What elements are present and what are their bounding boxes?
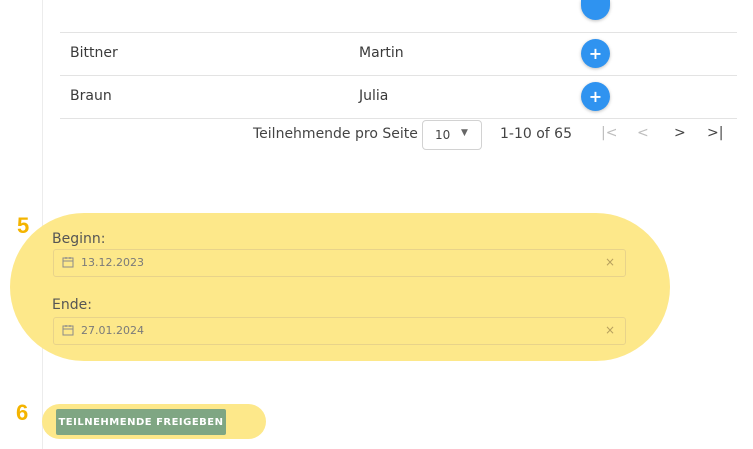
release-participants-button[interactable]: TEILNEHMENDE FREIGEBEN [56, 409, 226, 435]
last-page-icon[interactable]: >| [707, 125, 723, 141]
last-name-cell: Braun [70, 88, 112, 104]
rows-per-page-label: Teilnehmende pro Seite [253, 126, 418, 142]
add-participant-button[interactable]: + [581, 82, 610, 111]
begin-date-field[interactable]: 13.12.2023 × [53, 249, 626, 277]
end-label: Ende: [52, 297, 92, 313]
last-name-cell: Bittner [70, 45, 118, 61]
step-marker-6: 6 [16, 400, 29, 425]
plus-icon: + [588, 44, 603, 63]
step-marker-5: 5 [17, 213, 30, 238]
clear-icon[interactable]: × [605, 255, 615, 269]
next-page-icon[interactable]: > [674, 125, 686, 141]
table-row [60, 0, 737, 33]
plus-icon: + [588, 87, 603, 106]
calendar-icon [62, 257, 74, 268]
previous-page-icon[interactable]: < [637, 125, 649, 141]
rows-per-page-value: 10 [435, 128, 451, 142]
page-range: 1-10 of 65 [500, 126, 572, 142]
clear-icon[interactable]: × [605, 323, 615, 337]
rows-per-page-select[interactable]: 10 ▼ [422, 120, 482, 150]
first-name-cell: Martin [359, 45, 404, 61]
calendar-icon [62, 325, 74, 336]
chevron-down-icon: ▼ [461, 128, 468, 138]
first-name-cell: Julia [359, 88, 389, 104]
begin-date-value: 13.12.2023 [81, 256, 144, 269]
end-date-value: 27.01.2024 [81, 324, 144, 337]
table-row: Braun Julia [60, 76, 737, 119]
end-date-field[interactable]: 27.01.2024 × [53, 317, 626, 345]
table-row: Bittner Martin [60, 33, 737, 76]
first-page-icon[interactable]: |< [601, 125, 617, 141]
add-participant-button[interactable]: + [581, 39, 610, 68]
pagination-bar: Teilnehmende pro Seite 10 ▼ 1-10 of 65 |… [0, 118, 753, 152]
begin-label: Beginn: [52, 231, 106, 247]
